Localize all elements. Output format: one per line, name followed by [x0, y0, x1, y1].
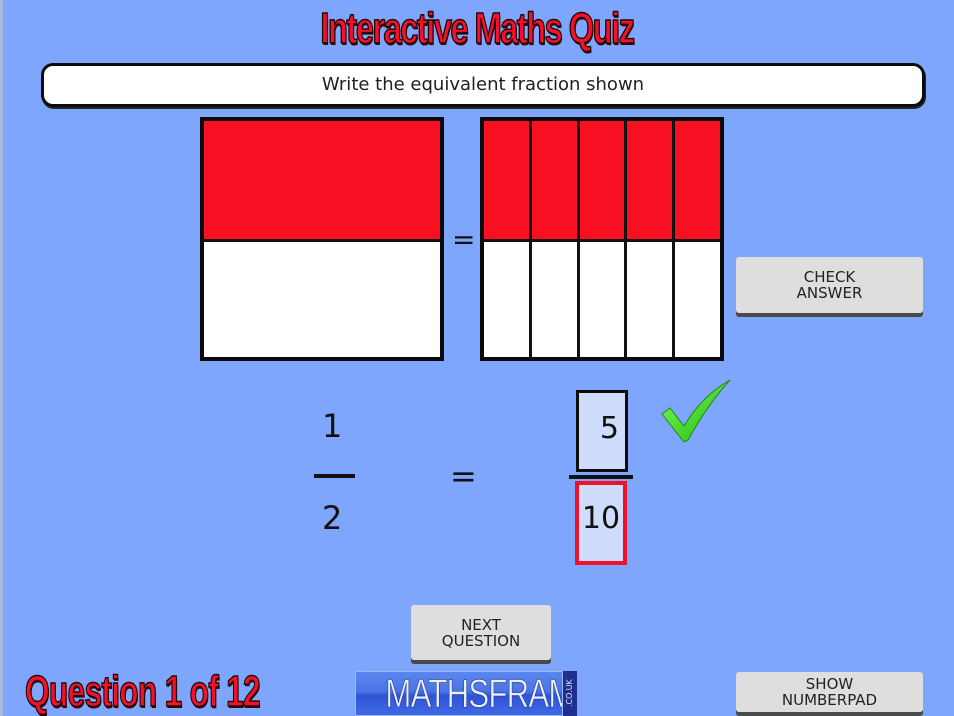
shaded-part — [627, 121, 673, 242]
equation-equals-sign: = — [450, 457, 477, 495]
shaded-part — [484, 121, 529, 242]
question-instruction: Write the equivalent fraction shown — [41, 63, 925, 107]
fraction-bar-halves — [200, 117, 444, 361]
check-answer-label-line1: CHECK — [803, 268, 856, 286]
check-answer-button[interactable]: CHECK ANSWER — [736, 257, 923, 313]
show-numberpad-button[interactable]: SHOW NUMBERPAD — [736, 672, 923, 712]
question-counter: Question 1 of 12 — [24, 667, 261, 716]
answer-denominator-input[interactable]: 10 — [575, 481, 627, 565]
check-answer-label-line2: ANSWER — [796, 284, 863, 302]
next-question-label-line2: QUESTION — [441, 631, 521, 650]
bar-column — [627, 121, 676, 357]
show-numberpad-label-line1: SHOW — [805, 675, 854, 693]
given-numerator: 1 — [322, 407, 343, 445]
next-question-label-line1: NEXT — [461, 615, 501, 634]
shaded-part — [579, 121, 625, 242]
window-edge — [0, 0, 3, 716]
fraction-bar-tenths — [480, 117, 724, 361]
answer-numerator-input[interactable]: 5 — [576, 390, 628, 472]
logo-domain-suffix: .CO.UK — [563, 671, 577, 716]
page-title: Interactive Maths Quiz — [320, 3, 636, 54]
bar-column — [675, 121, 720, 357]
given-fraction-line — [314, 474, 355, 478]
bar-column — [531, 121, 580, 357]
given-denominator: 2 — [322, 499, 343, 537]
shaded-part — [675, 121, 720, 242]
bar-column — [484, 121, 532, 357]
mathsframe-logo[interactable]: MATHSFRAME .CO.UK — [355, 671, 577, 716]
diagram-equals-sign: = — [452, 223, 476, 256]
answer-fraction-line — [569, 475, 633, 479]
logo-wordmark: MATHSFRAME — [355, 671, 563, 716]
bar-column — [579, 121, 628, 357]
check-mark-icon — [661, 379, 731, 443]
next-question-button[interactable]: NEXT QUESTION — [411, 605, 551, 660]
shaded-part — [204, 121, 440, 242]
show-numberpad-label-line2: NUMBERPAD — [781, 691, 878, 709]
shaded-part — [531, 121, 577, 242]
